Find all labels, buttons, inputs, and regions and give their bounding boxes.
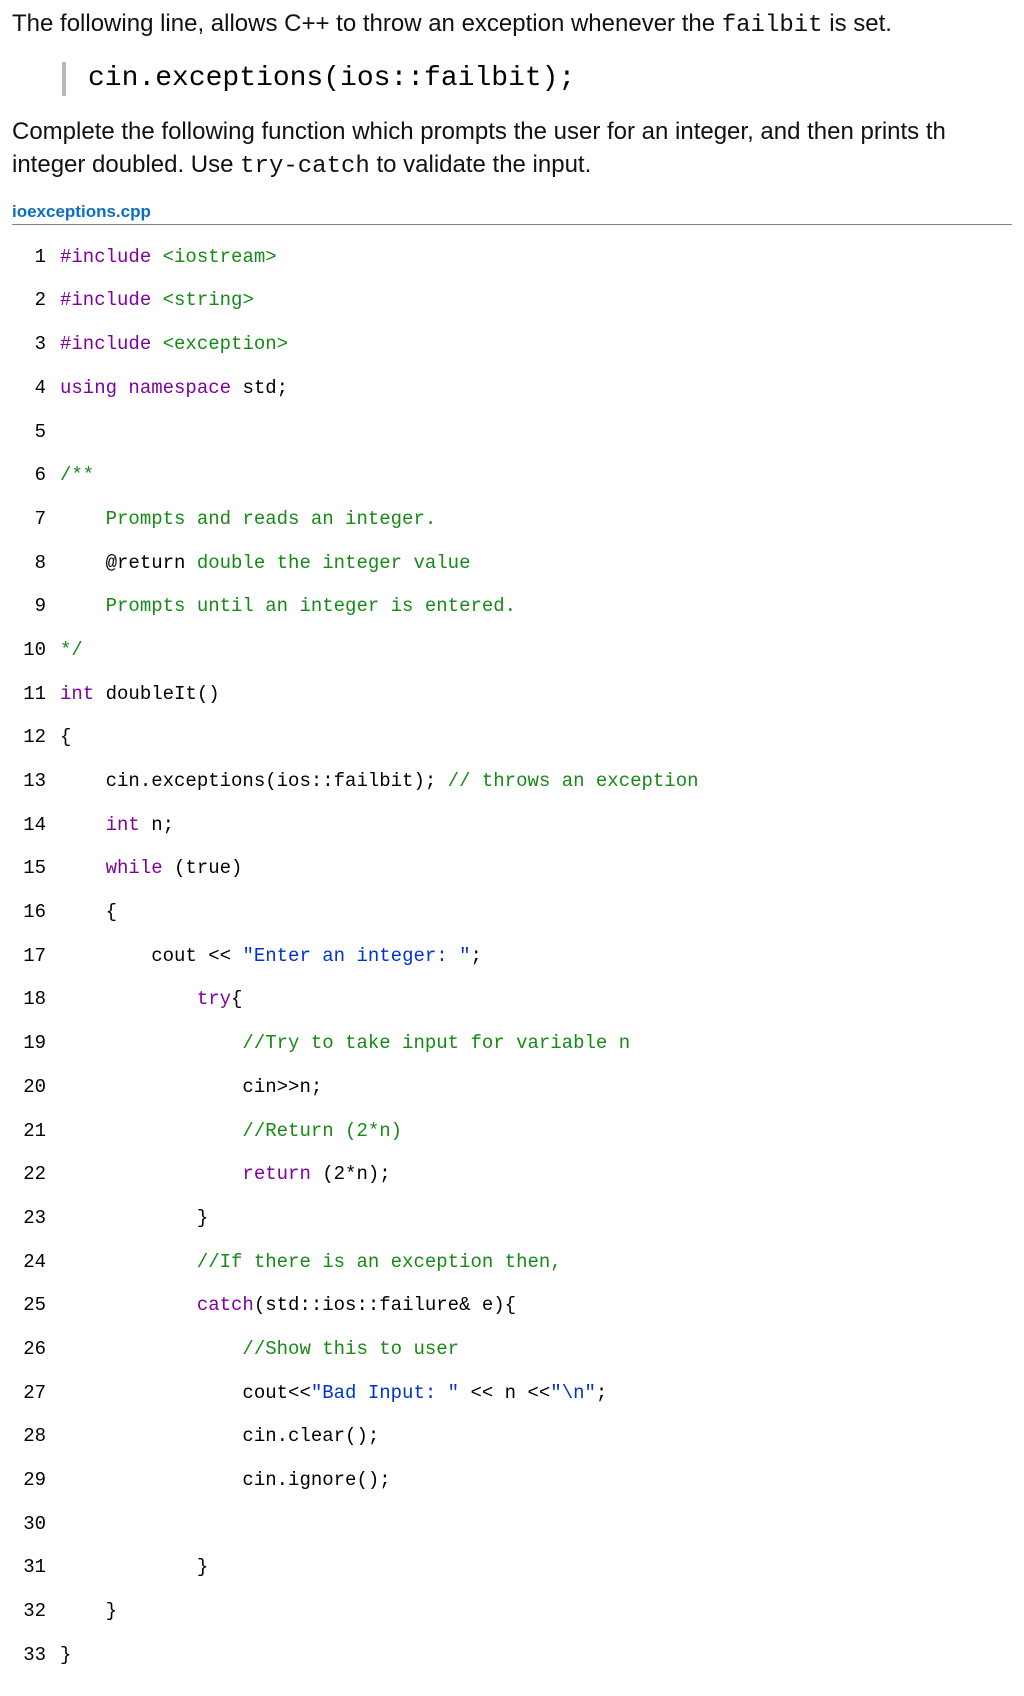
intro-paragraph-2: Complete the following function which pr… bbox=[12, 116, 1012, 183]
intro2-post: to validate the input. bbox=[370, 151, 591, 178]
kw-return: return bbox=[60, 1163, 311, 1185]
code-snippet-row: cin.exceptions(ios::failbit); bbox=[62, 60, 1012, 98]
code-text: << n << bbox=[459, 1382, 550, 1404]
code-text: cin>>n; bbox=[60, 1077, 322, 1099]
line-number: 17 bbox=[12, 946, 60, 968]
kw-using: using bbox=[60, 377, 128, 399]
include-hdr: <string> bbox=[163, 289, 254, 311]
code-text: cout<< bbox=[60, 1382, 311, 1404]
line-number: 28 bbox=[12, 1426, 60, 1448]
line-number: 9 bbox=[12, 596, 60, 618]
code-text: ; bbox=[596, 1382, 607, 1404]
code-text: cin.ignore(); bbox=[60, 1470, 391, 1492]
line-number: 30 bbox=[12, 1514, 60, 1536]
code-text: cin.exceptions(ios::failbit); bbox=[60, 770, 448, 792]
code-text: } bbox=[60, 1601, 117, 1623]
line-number: 4 bbox=[12, 378, 60, 400]
line-number: 24 bbox=[12, 1252, 60, 1274]
line-number: 10 bbox=[12, 640, 60, 662]
line-number: 22 bbox=[12, 1164, 60, 1186]
line-number: 18 bbox=[12, 989, 60, 1011]
string-literal: "Bad Input: " bbox=[311, 1382, 459, 1404]
comment: Prompts until an integer is entered. bbox=[60, 596, 516, 618]
doc-tag: @return bbox=[60, 552, 197, 574]
code-text: { bbox=[231, 988, 242, 1010]
line-number: 11 bbox=[12, 684, 60, 706]
line-number: 15 bbox=[12, 858, 60, 880]
line-number: 2 bbox=[12, 290, 60, 312]
include-kw: #include bbox=[60, 333, 163, 355]
line-number: 13 bbox=[12, 771, 60, 793]
line-number: 12 bbox=[12, 727, 60, 749]
line-number: 27 bbox=[12, 1383, 60, 1405]
kw-int: int bbox=[60, 814, 140, 836]
line-number: 23 bbox=[12, 1208, 60, 1230]
code-text: } bbox=[60, 1557, 208, 1579]
line-number: 14 bbox=[12, 815, 60, 837]
line-number: 6 bbox=[12, 465, 60, 487]
comment: /** bbox=[60, 465, 94, 487]
line-number: 3 bbox=[12, 334, 60, 356]
code-text: (true) bbox=[163, 857, 243, 879]
code-text: } bbox=[60, 1645, 71, 1667]
include-hdr: <exception> bbox=[163, 333, 288, 355]
filename-label: ioexceptions.cpp bbox=[12, 201, 1012, 225]
code-snippet: cin.exceptions(ios::failbit); bbox=[88, 60, 575, 98]
comment: //Show this to user bbox=[60, 1339, 459, 1361]
code-text: std; bbox=[231, 377, 288, 399]
doc-desc: double the integer value bbox=[197, 552, 471, 574]
code-text: { bbox=[60, 902, 117, 924]
code-text: n; bbox=[140, 814, 174, 836]
comment: Prompts and reads an integer. bbox=[60, 509, 436, 531]
line-number: 33 bbox=[12, 1645, 60, 1667]
kw-catch: catch bbox=[60, 1294, 254, 1316]
line-number: 21 bbox=[12, 1121, 60, 1143]
include-kw: #include bbox=[60, 289, 163, 311]
kw-int: int bbox=[60, 683, 94, 705]
inline-code-failbit: failbit bbox=[722, 12, 823, 39]
code-block: 1#include <iostream> 2#include <string> … bbox=[12, 225, 1012, 1689]
line-number: 8 bbox=[12, 553, 60, 575]
code-text: ; bbox=[470, 945, 481, 967]
code-text: { bbox=[60, 727, 71, 749]
line-number: 5 bbox=[12, 422, 60, 444]
intro1-pre: The following line, allows C++ to throw … bbox=[12, 10, 722, 37]
code-text: cout << bbox=[60, 945, 242, 967]
string-literal: "\n" bbox=[550, 1382, 596, 1404]
string-literal: "Enter an integer: " bbox=[242, 945, 470, 967]
intro1-post: is set. bbox=[823, 10, 892, 37]
comment: //Try to take input for variable n bbox=[60, 1033, 630, 1055]
code-text: (std::ios::failure& e){ bbox=[254, 1294, 516, 1316]
comment: */ bbox=[60, 640, 83, 662]
snippet-bar-icon bbox=[62, 62, 66, 96]
line-number: 31 bbox=[12, 1557, 60, 1579]
line-number: 19 bbox=[12, 1033, 60, 1055]
comment: // throws an exception bbox=[448, 770, 699, 792]
line-number: 26 bbox=[12, 1339, 60, 1361]
line-number: 20 bbox=[12, 1077, 60, 1099]
code-text: (2*n); bbox=[311, 1163, 391, 1185]
kw-while: while bbox=[60, 857, 163, 879]
line-number: 29 bbox=[12, 1470, 60, 1492]
include-kw: #include bbox=[60, 246, 163, 268]
code-text: cin.clear(); bbox=[60, 1426, 379, 1448]
comment: //If there is an exception then, bbox=[60, 1252, 562, 1274]
kw-try: try bbox=[60, 988, 231, 1010]
inline-code-trycatch: try-catch bbox=[240, 153, 370, 180]
line-number: 1 bbox=[12, 247, 60, 269]
comment: //Return (2*n) bbox=[60, 1121, 402, 1143]
line-number: 32 bbox=[12, 1601, 60, 1623]
line-number: 16 bbox=[12, 902, 60, 924]
code-text: } bbox=[60, 1208, 208, 1230]
include-hdr: <iostream> bbox=[163, 246, 277, 268]
line-number: 25 bbox=[12, 1295, 60, 1317]
code-text: doubleIt() bbox=[94, 683, 219, 705]
line-number: 7 bbox=[12, 509, 60, 531]
kw-namespace: namespace bbox=[128, 377, 231, 399]
intro-paragraph-1: The following line, allows C++ to throw … bbox=[12, 8, 1012, 42]
